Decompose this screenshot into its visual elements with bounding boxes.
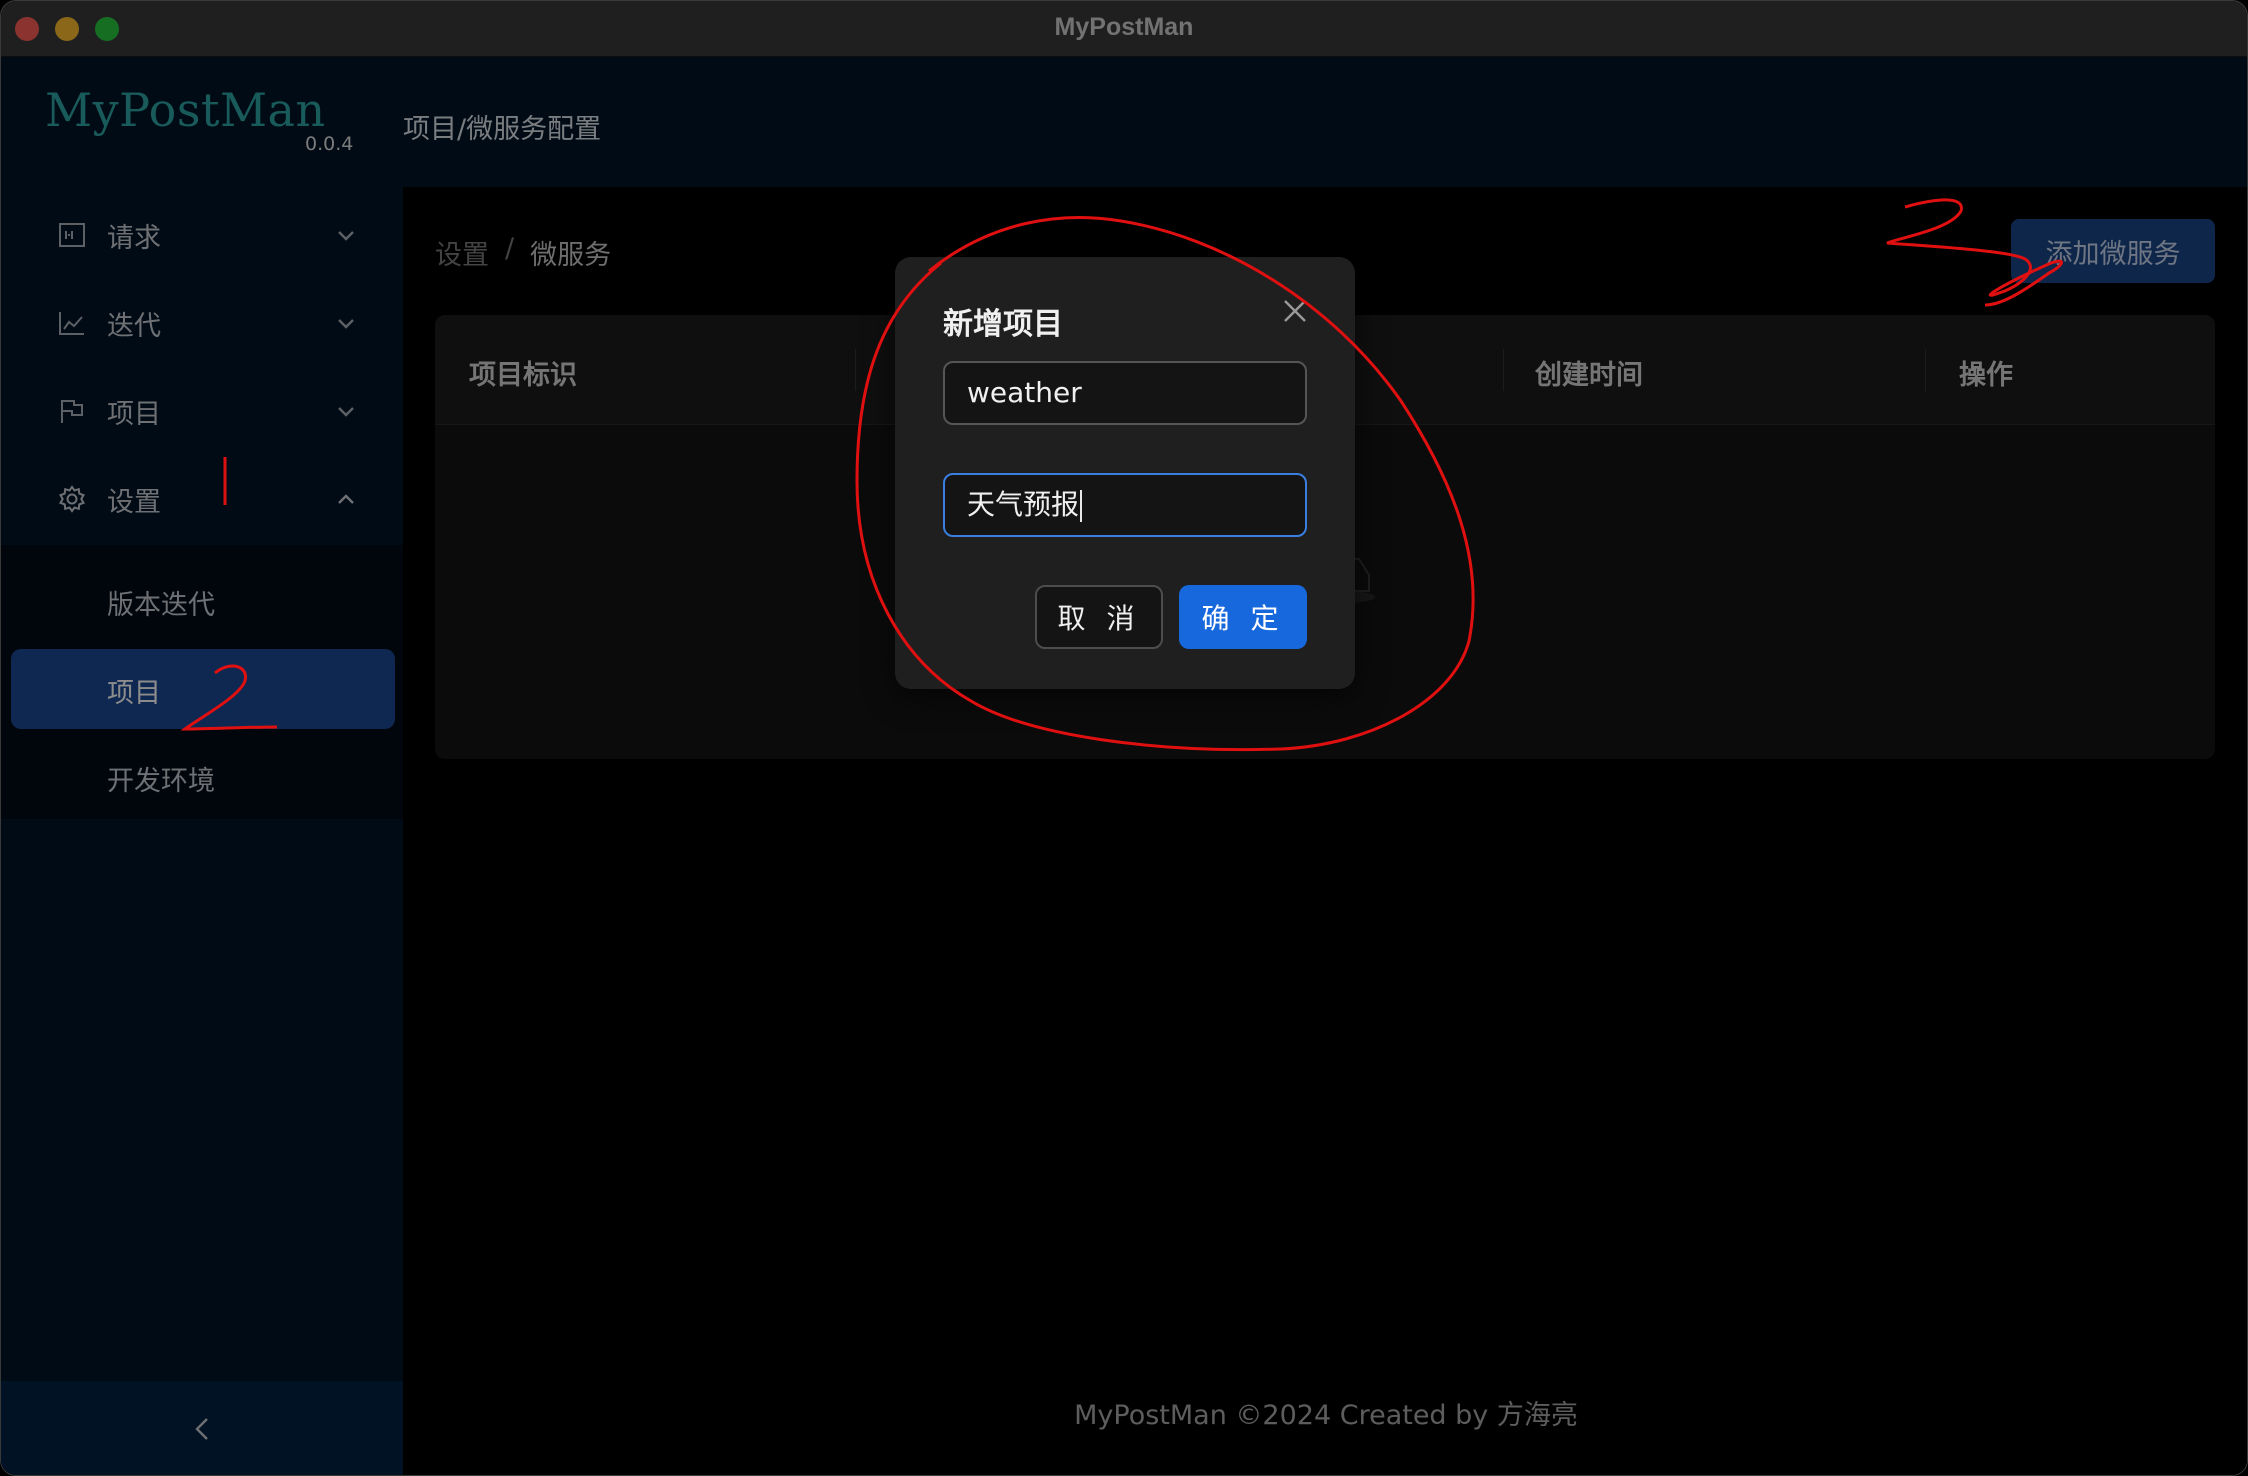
confirm-button[interactable]: 确 定 [1179, 585, 1307, 649]
project-id-input[interactable]: weather [943, 361, 1307, 425]
app-window: MyPostMan MyPostMan 0.0.4 请求 迭代 项目 设置 版本… [0, 0, 2248, 1476]
project-name-value: 天气预报 [967, 488, 1080, 521]
text-cursor [1080, 490, 1083, 522]
project-id-value: weather [967, 376, 1082, 409]
new-project-modal: 新增项目 weather 天气预报 取 消 确 定 [895, 257, 1355, 689]
cancel-button[interactable]: 取 消 [1035, 585, 1163, 649]
modal-title: 新增项目 [943, 307, 1063, 342]
project-name-input[interactable]: 天气预报 [943, 473, 1307, 537]
close-icon[interactable] [1281, 297, 1309, 325]
modal-mask[interactable] [1, 1, 2247, 1475]
